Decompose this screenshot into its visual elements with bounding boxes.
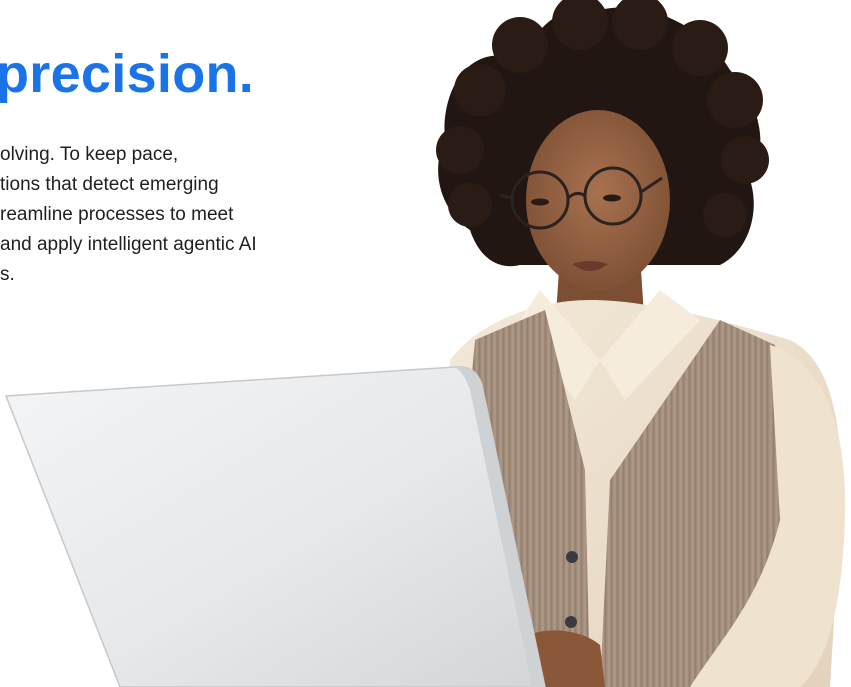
laptop-shape <box>4 366 546 687</box>
hero-photo-woman-with-laptop <box>4 0 846 687</box>
hero-section: precision. olving. To keep pace, tions t… <box>0 0 851 687</box>
